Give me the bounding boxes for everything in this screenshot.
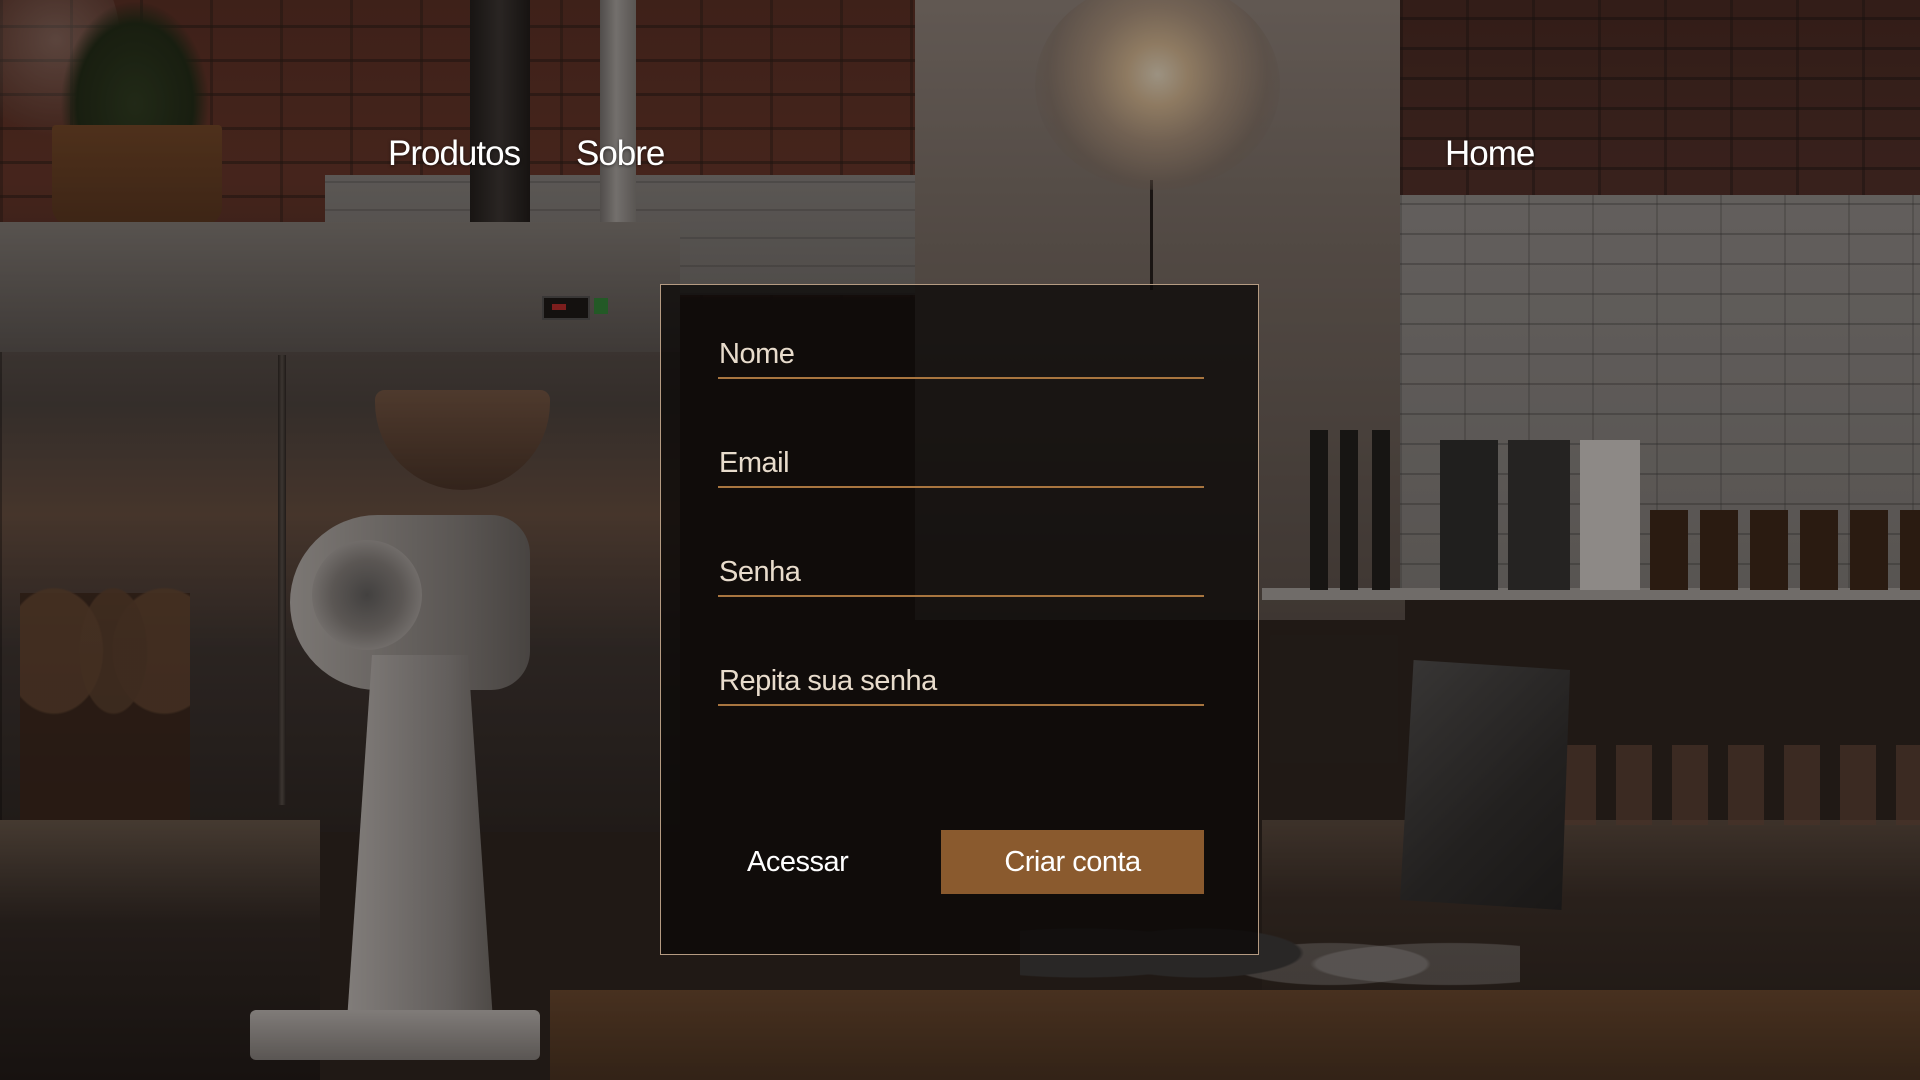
password-input[interactable] [718, 555, 1208, 597]
repeat-password-field[interactable]: Repita sua senha [718, 664, 1208, 706]
email-input[interactable] [718, 446, 1208, 488]
signup-form-panel: Nome Email Senha Repita sua senha Acessa… [660, 284, 1259, 955]
name-field[interactable]: Nome [718, 337, 1208, 379]
nav-link-produtos[interactable]: Produtos [388, 134, 521, 174]
criar-conta-button[interactable]: Criar conta [941, 830, 1204, 894]
email-field[interactable]: Email [718, 446, 1208, 488]
repeat-password-input[interactable] [718, 664, 1208, 706]
password-field[interactable]: Senha [718, 555, 1208, 597]
page-root: Produtos Sobre Home Nome Email Senha Rep… [0, 0, 1920, 1080]
acessar-button[interactable]: Acessar [719, 830, 919, 894]
name-input[interactable] [718, 337, 1208, 379]
nav-link-sobre[interactable]: Sobre [576, 134, 665, 174]
nav-link-home[interactable]: Home [1445, 134, 1535, 174]
